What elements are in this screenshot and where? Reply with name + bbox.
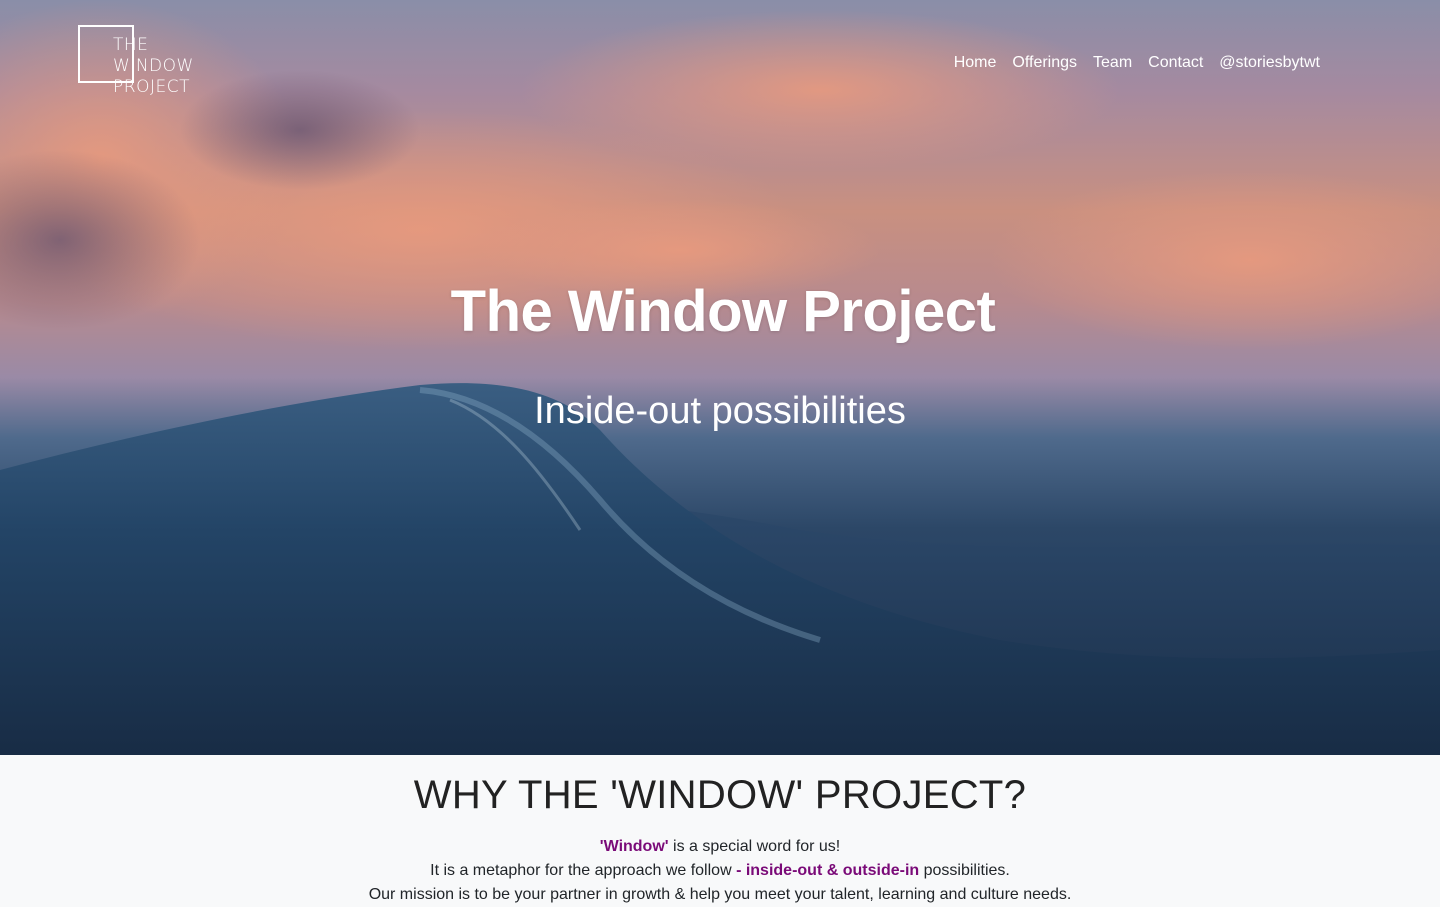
why-section: WHY THE 'WINDOW' PROJECT? 'Window' is a … — [0, 755, 1440, 903]
logo-line-3: PROJECT — [113, 77, 190, 97]
why-line-1: 'Window' is a special word for us! — [0, 835, 1440, 859]
hero-subtitle: Inside-out possibilities — [534, 390, 906, 432]
nav-social-handle[interactable]: @storiesbytwt — [1219, 52, 1320, 74]
why-line-1-highlight: 'Window' — [599, 838, 669, 855]
brand-logo[interactable]: THE WINDOW PROJECT — [78, 25, 208, 97]
why-line-2-before: It is a metaphor for the approach we fol… — [430, 862, 737, 879]
hero-title: The Window Project — [450, 279, 996, 344]
hero-background-image — [0, 0, 1440, 755]
logo-line-1: THE — [113, 35, 149, 55]
why-line-1-text: is a special word for us! — [668, 838, 841, 855]
main-nav: Home Offerings Team Contact @storiesbytw… — [954, 52, 1320, 74]
nav-contact[interactable]: Contact — [1148, 52, 1203, 74]
why-line-2-highlight: - inside-out & outside-in — [736, 862, 920, 879]
why-line-3: Our mission is to be your partner in gro… — [368, 886, 1072, 903]
nav-offerings[interactable]: Offerings — [1012, 52, 1077, 74]
why-line-2: It is a metaphor for the approach we fol… — [0, 859, 1440, 883]
nav-team[interactable]: Team — [1093, 52, 1132, 74]
why-line-2-after: possibilities. — [919, 862, 1010, 879]
logo-line-2: WINDOW — [113, 56, 194, 76]
why-heading: WHY THE 'WINDOW' PROJECT? — [413, 773, 1027, 817]
hero-banner: THE WINDOW PROJECT Home Offerings Team C… — [0, 0, 1440, 755]
nav-home[interactable]: Home — [954, 52, 997, 74]
